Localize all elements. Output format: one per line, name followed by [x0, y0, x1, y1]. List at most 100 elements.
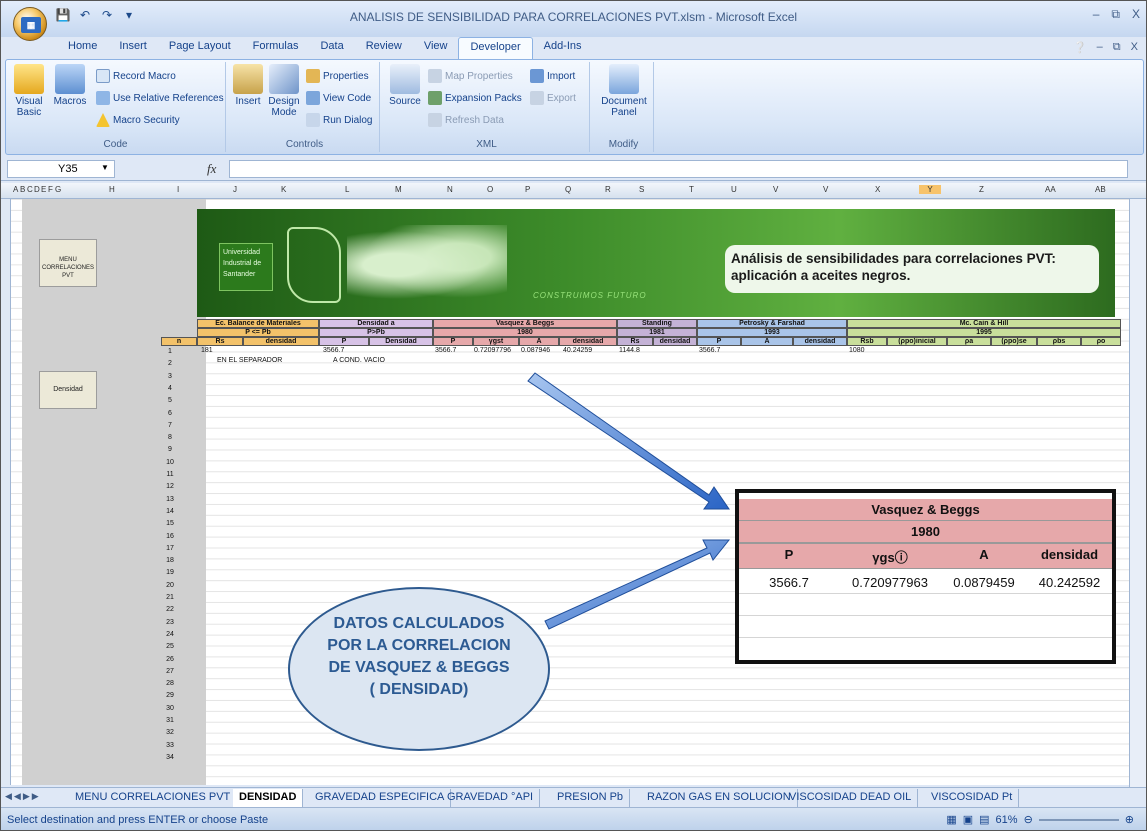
- zoom-slider[interactable]: [1038, 818, 1119, 821]
- col-header-p[interactable]: P: [525, 185, 530, 194]
- col-header-z[interactable]: Z: [979, 185, 984, 194]
- minimize-button[interactable]: –: [1093, 7, 1100, 22]
- cell-rs-1[interactable]: 181: [201, 347, 213, 354]
- col-header-o[interactable]: O: [487, 185, 493, 194]
- table-row-index: 12: [166, 483, 174, 491]
- cell-vb-a-1[interactable]: 0.087946: [521, 347, 550, 354]
- macros-button[interactable]: Macros: [52, 64, 88, 107]
- col-header-t[interactable]: T: [689, 185, 694, 194]
- cell-a-cond-vacio[interactable]: A COND. VACIO: [333, 357, 385, 364]
- tab-data[interactable]: Data: [309, 37, 354, 59]
- sheet-tab-razon-gas[interactable]: RAZON GAS EN SOLUCION: [641, 789, 798, 807]
- macro-security-button[interactable]: Macro Security: [96, 112, 180, 128]
- zoom-out-icon[interactable]: ⊖: [1024, 813, 1033, 826]
- tab-insert[interactable]: Insert: [108, 37, 158, 59]
- sheet-tab-densidad[interactable]: DENSIDAD: [233, 789, 304, 807]
- col-header-h[interactable]: H: [109, 185, 115, 194]
- col-header-d[interactable]: D: [34, 185, 40, 194]
- sheet-tab-viscosidad-dead-oil[interactable]: VISCOSIDAD DEAD OIL: [783, 789, 919, 807]
- import-button[interactable]: Import: [530, 68, 575, 84]
- col-header-v[interactable]: V: [773, 185, 778, 194]
- cell-en-el-separador[interactable]: EN EL SEPARADOR: [217, 357, 282, 364]
- design-mode-button[interactable]: Design Mode: [266, 64, 302, 118]
- col-header-a[interactable]: A: [13, 185, 18, 194]
- col-header-g[interactable]: G: [55, 185, 61, 194]
- document-panel-button[interactable]: Document Panel: [600, 64, 648, 118]
- col-header-aa[interactable]: AA: [1045, 185, 1056, 194]
- col-header-u[interactable]: U: [731, 185, 737, 194]
- densidad-button[interactable]: Densidad: [39, 371, 97, 409]
- col-header-x[interactable]: X: [875, 185, 880, 194]
- office-button[interactable]: ▦: [13, 7, 47, 41]
- tab-review[interactable]: Review: [355, 37, 413, 59]
- properties-button[interactable]: Properties: [306, 68, 369, 84]
- name-box-dropdown-icon[interactable]: ▼: [101, 163, 109, 172]
- name-box[interactable]: Y35: [7, 160, 115, 178]
- col-header-m[interactable]: M: [395, 185, 402, 194]
- tab-home[interactable]: Home: [57, 37, 108, 59]
- sheet-tab-viscosidad-pt[interactable]: VISCOSIDAD Pt: [925, 789, 1020, 807]
- col-header-y[interactable]: Y: [919, 185, 941, 194]
- tab-view[interactable]: View: [413, 37, 459, 59]
- cell-st-rs-1[interactable]: 1144.8: [619, 347, 640, 354]
- status-message: Select destination and press ENTER or ch…: [7, 814, 269, 826]
- source-button[interactable]: Source: [388, 64, 422, 107]
- view-code-button[interactable]: View Code: [306, 90, 371, 106]
- run-dialog-button[interactable]: Run Dialog: [306, 112, 372, 128]
- normal-view-icon[interactable]: ▦: [946, 813, 956, 826]
- fx-icon[interactable]: fx: [207, 161, 216, 177]
- sheet-nav-arrows-icon[interactable]: ◀◀▶▶: [5, 791, 41, 802]
- col-header-ab[interactable]: AB: [1095, 185, 1106, 194]
- zoom-in-icon[interactable]: ⊕: [1125, 813, 1134, 826]
- col-header-l[interactable]: L: [345, 185, 349, 194]
- col-header-n[interactable]: N: [447, 185, 453, 194]
- sheet-tab-menu-correlaciones[interactable]: MENU CORRELACIONES PVT: [69, 789, 238, 807]
- table-row-index: 10: [166, 458, 174, 466]
- ribbon-close-button[interactable]: X: [1131, 41, 1138, 54]
- col-header-j[interactable]: J: [233, 185, 237, 194]
- help-icon[interactable]: ❔: [1073, 41, 1087, 54]
- cell-vb-ygst-1[interactable]: 0.72097796: [474, 347, 511, 354]
- formula-input[interactable]: [229, 160, 1128, 178]
- ribbon-restore-button[interactable]: ⧉: [1113, 41, 1121, 54]
- sheet-tab-gravedad-api[interactable]: GRAVEDAD °API: [441, 789, 541, 807]
- close-button[interactable]: X: [1132, 7, 1140, 22]
- col-header-i[interactable]: I: [177, 185, 179, 194]
- col-header-c[interactable]: C: [27, 185, 33, 194]
- tab-page-layout[interactable]: Page Layout: [158, 37, 242, 59]
- cell-p-densidad-1[interactable]: 3566.7: [323, 347, 344, 354]
- page-break-view-icon[interactable]: ▤: [979, 813, 989, 826]
- cell-vb-densidad-1[interactable]: 40.24259: [563, 347, 592, 354]
- sheet-tab-presion-pb[interactable]: PRESION Pb: [551, 789, 631, 807]
- record-macro-button[interactable]: Record Macro: [96, 68, 176, 84]
- visual-basic-button[interactable]: Visual Basic: [12, 64, 46, 118]
- expansion-packs-button[interactable]: Expansion Packs: [428, 90, 522, 106]
- cell-pf-p-1[interactable]: 3566.7: [699, 347, 720, 354]
- restore-button[interactable]: ⧉: [1111, 7, 1120, 22]
- vertical-scrollbar[interactable]: [1129, 199, 1146, 789]
- sheet-tab-gravedad-especifica[interactable]: GRAVEDAD ESPECIFICA: [309, 789, 452, 807]
- insert-control-button[interactable]: Insert: [232, 64, 264, 107]
- map-properties-button[interactable]: Map Properties: [428, 68, 513, 84]
- tab-add-ins[interactable]: Add-Ins: [533, 37, 593, 59]
- col-header-s[interactable]: S: [639, 185, 644, 194]
- cell-vb-p-1[interactable]: 3566.7: [435, 347, 456, 354]
- table-row-index: 6: [168, 409, 172, 417]
- col-header-k[interactable]: K: [281, 185, 286, 194]
- menu-correlaciones-button[interactable]: MENU CORRELACIONES PVT: [39, 239, 97, 287]
- ribbon-minimize-button[interactable]: –: [1097, 41, 1103, 54]
- col-header-q[interactable]: Q: [565, 185, 571, 194]
- zoom-level[interactable]: 61%: [996, 814, 1018, 826]
- export-button[interactable]: Export: [530, 90, 576, 106]
- col-header-w[interactable]: V: [823, 185, 828, 194]
- tab-developer[interactable]: Developer: [458, 37, 533, 59]
- col-header-f[interactable]: F: [48, 185, 53, 194]
- col-header-e[interactable]: E: [41, 185, 46, 194]
- tab-formulas[interactable]: Formulas: [242, 37, 310, 59]
- cell-mc-rsb-1[interactable]: 1080: [849, 347, 865, 354]
- page-layout-view-icon[interactable]: ▣: [963, 813, 973, 826]
- col-header-r[interactable]: R: [605, 185, 611, 194]
- col-header-b[interactable]: B: [20, 185, 25, 194]
- use-relative-references-button[interactable]: Use Relative References: [96, 90, 224, 106]
- refresh-data-button[interactable]: Refresh Data: [428, 112, 504, 128]
